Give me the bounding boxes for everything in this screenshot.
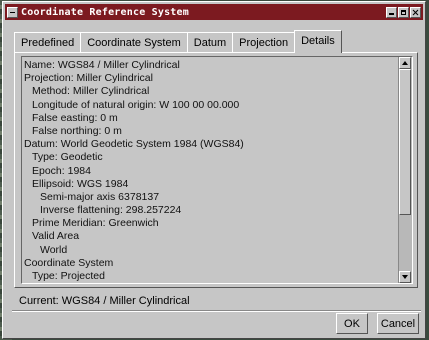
details-lines: Name: WGS84 / Miller Cylindrical Projecti…	[24, 59, 396, 283]
minimize-icon[interactable]	[386, 6, 397, 18]
cancel-button[interactable]: Cancel	[377, 313, 419, 334]
window-title: Coordinate Reference System	[21, 6, 189, 18]
title-bar[interactable]: Coordinate Reference System	[5, 4, 423, 20]
tab-bar: Predefined Coordinate System Datum Proje…	[14, 30, 342, 53]
detail-line: Datum: World Geodetic System 1984 (WGS84…	[24, 138, 244, 151]
details-text-area[interactable]: Name: WGS84 / Miller Cylindrical Projecti…	[21, 56, 413, 284]
detail-line: Longitude of natural origin: W 100 00 00…	[32, 98, 240, 111]
detail-line: Prime Meridian: Greenwich	[32, 217, 159, 230]
detail-line: Type: Geodetic	[32, 151, 103, 164]
detail-line: Projection: Miller Cylindrical	[24, 72, 153, 85]
detail-line: Epoch: 1984	[32, 164, 91, 177]
window-controls	[386, 6, 421, 18]
detail-line: False northing: 0 m	[32, 124, 122, 137]
system-menu-icon[interactable]	[7, 6, 18, 18]
detail-line: Semi-major axis 6378137	[40, 190, 160, 203]
tab-coordinate-system[interactable]: Coordinate System	[80, 32, 188, 52]
divider	[12, 310, 421, 312]
tab-predefined[interactable]: Predefined	[14, 32, 82, 52]
scroll-up-icon[interactable]	[399, 57, 411, 69]
scroll-thumb[interactable]	[399, 69, 411, 215]
tab-datum[interactable]: Datum	[186, 32, 234, 52]
vertical-scrollbar[interactable]	[398, 57, 412, 283]
detail-line: Valid Area	[32, 230, 80, 243]
detail-line: Name: WGS84 / Miller Cylindrical	[24, 59, 180, 71]
tab-projection[interactable]: Projection	[232, 32, 296, 52]
close-icon[interactable]	[410, 6, 421, 18]
current-crs-label: Current: WGS84 / Miller Cylindrical	[19, 295, 190, 307]
detail-line: Ellipsoid: WGS 1984	[32, 177, 129, 190]
maximize-icon[interactable]	[398, 6, 409, 18]
tab-details[interactable]: Details	[294, 30, 342, 53]
detail-line: False easting: 0 m	[32, 111, 118, 124]
detail-line: Coordinate System	[24, 256, 114, 269]
detail-line: World	[40, 243, 68, 256]
detail-line: Inverse flattening: 298.257224	[40, 204, 182, 217]
detail-line: Type: Projected	[32, 270, 105, 282]
detail-line: Method: Miller Cylindrical	[32, 85, 150, 98]
ok-button[interactable]: OK	[336, 313, 368, 334]
details-panel: Name: WGS84 / Miller Cylindrical Projecti…	[14, 52, 418, 288]
scroll-down-icon[interactable]	[399, 271, 411, 283]
